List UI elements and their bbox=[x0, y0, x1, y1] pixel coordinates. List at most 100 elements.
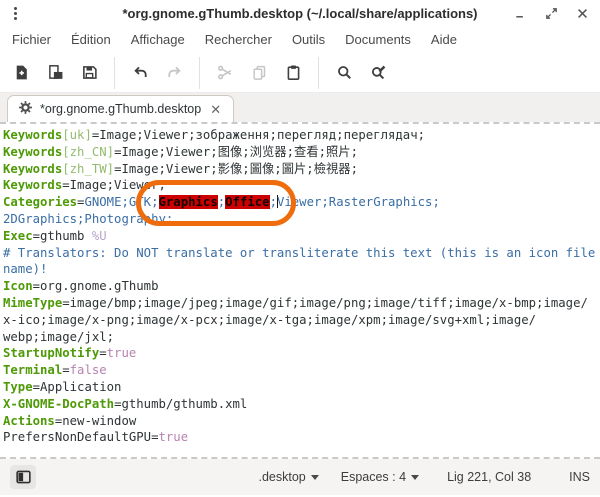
code-segment: =Image;Viewer;зображення;перегляд;перегл… bbox=[92, 128, 425, 142]
tab-width-label: Espaces : 4 bbox=[341, 470, 406, 484]
code-segment: =Image;Viewer;影像;圖像;圖片;檢視器; bbox=[114, 162, 358, 176]
editor-line: Categories=GNOME;GTK;Graphics;Office;Vie… bbox=[3, 194, 600, 211]
close-icon[interactable]: ✕ bbox=[208, 102, 223, 117]
code-segment: = bbox=[99, 346, 106, 360]
chevron-down-icon bbox=[411, 475, 419, 480]
app-menu-kebab-icon[interactable] bbox=[10, 5, 21, 22]
code-segment: Terminal bbox=[3, 363, 62, 377]
toolbar-separator bbox=[199, 57, 200, 89]
search-replace-icon[interactable] bbox=[363, 59, 393, 87]
menu-affichage[interactable]: Affichage bbox=[121, 28, 195, 51]
menubar: Fichier Édition Affichage Rechercher Out… bbox=[0, 26, 600, 53]
close-icon[interactable] bbox=[575, 6, 590, 21]
editor-line: StartupNotify=true bbox=[3, 345, 600, 362]
toolbar bbox=[0, 53, 600, 92]
editor-line: MimeType=image/bmp;image/jpeg;image/gif;… bbox=[3, 295, 600, 312]
code-segment: # Translators: Do NOT translate or trans… bbox=[3, 246, 595, 260]
editor-line: X-GNOME-DocPath=gthumb/gthumb.xml bbox=[3, 396, 600, 413]
restore-icon[interactable] bbox=[544, 6, 559, 21]
code-segment: PrefersNonDefaultGPU= bbox=[3, 430, 158, 444]
save-icon[interactable] bbox=[74, 59, 104, 87]
open-document-icon[interactable] bbox=[40, 59, 70, 87]
code-segment: false bbox=[70, 363, 107, 377]
cut-icon[interactable] bbox=[210, 59, 240, 87]
code-segment: MimeType bbox=[3, 296, 62, 310]
code-segment: =gthumb/gthumb.xml bbox=[114, 397, 247, 411]
editor-line: 2DGraphics;Photography; bbox=[3, 211, 600, 228]
tabbar: *org.gnome.gThumb.desktop ✕ bbox=[0, 92, 600, 122]
code-view: Keywords[uk]=Image;Viewer;зображення;пер… bbox=[0, 124, 600, 446]
window-controls bbox=[513, 6, 590, 21]
tab-label: *org.gnome.gThumb.desktop bbox=[40, 102, 201, 116]
code-segment: Keywords bbox=[3, 178, 62, 192]
window-title: *org.gnome.gThumb.desktop (~/.local/shar… bbox=[0, 6, 600, 21]
code-segment: webp;image/jxl; bbox=[3, 330, 114, 344]
editor-line: Exec=gthumb %U bbox=[3, 228, 600, 245]
code-segment: true bbox=[107, 346, 137, 360]
code-segment: [zh_CN] bbox=[62, 145, 114, 159]
code-segment: = bbox=[62, 363, 69, 377]
new-document-icon[interactable] bbox=[6, 59, 36, 87]
code-segment: Icon bbox=[3, 279, 33, 293]
code-segment: =Image;Viewer; bbox=[62, 178, 166, 192]
code-segment: =new-window bbox=[55, 414, 136, 428]
code-segment: Keywords bbox=[3, 145, 62, 159]
code-segment: GNOME;GTK; bbox=[84, 195, 158, 209]
copy-icon[interactable] bbox=[244, 59, 274, 87]
code-segment: Exec bbox=[3, 229, 33, 243]
code-segment: StartupNotify bbox=[3, 346, 99, 360]
menu-edition[interactable]: Édition bbox=[61, 28, 121, 51]
minimize-icon[interactable] bbox=[513, 6, 528, 21]
editor-line: Actions=new-window bbox=[3, 413, 600, 430]
code-segment: name)! bbox=[3, 262, 47, 276]
undo-icon[interactable] bbox=[125, 59, 155, 87]
editor-line: webp;image/jxl; bbox=[3, 329, 600, 346]
editor-line: Icon=org.gnome.gThumb bbox=[3, 278, 600, 295]
code-segment: =gthumb bbox=[33, 229, 92, 243]
toolbar-separator bbox=[318, 57, 319, 89]
menu-aide[interactable]: Aide bbox=[421, 28, 467, 51]
code-segment: ; bbox=[270, 195, 277, 209]
menu-documents[interactable]: Documents bbox=[335, 28, 421, 51]
tab-org-gnome-gthumb-desktop[interactable]: *org.gnome.gThumb.desktop ✕ bbox=[7, 95, 234, 122]
code-segment: =image/bmp;image/jpeg;image/gif;image/pn… bbox=[62, 296, 588, 310]
toolbar-separator bbox=[114, 57, 115, 89]
tab-width-selector[interactable]: Espaces : 4 bbox=[341, 470, 419, 484]
editor-line: # Translators: Do NOT translate or trans… bbox=[3, 245, 600, 262]
menu-outils[interactable]: Outils bbox=[282, 28, 335, 51]
side-panel-toggle-icon[interactable] bbox=[10, 465, 36, 489]
code-segment: Keywords bbox=[3, 162, 62, 176]
search-match: Office bbox=[225, 195, 269, 209]
editor-line: Keywords[zh_CN]=Image;Viewer;图像;浏览器;查看;照… bbox=[3, 144, 600, 161]
code-segment: =org.gnome.gThumb bbox=[33, 279, 159, 293]
code-segment: [zh_TW] bbox=[62, 162, 114, 176]
code-segment: Viewer;RasterGraphics; bbox=[277, 195, 440, 209]
titlebar: *org.gnome.gThumb.desktop (~/.local/shar… bbox=[0, 0, 600, 26]
code-segment: Actions bbox=[3, 414, 55, 428]
search-match: Graphics bbox=[159, 195, 218, 209]
language-selector[interactable]: .desktop bbox=[258, 470, 318, 484]
editor-line: PrefersNonDefaultGPU=true bbox=[3, 429, 600, 446]
editor-line: Keywords[uk]=Image;Viewer;зображення;пер… bbox=[3, 127, 600, 144]
text-editor-area[interactable]: Keywords[uk]=Image;Viewer;зображення;пер… bbox=[0, 122, 600, 459]
editor-line: Keywords=Image;Viewer; bbox=[3, 177, 600, 194]
chevron-down-icon bbox=[311, 475, 319, 480]
code-segment: =Image;Viewer;图像;浏览器;查看;照片; bbox=[114, 145, 358, 159]
statusbar: .desktop Espaces : 4 Lig 221, Col 38 INS bbox=[0, 459, 600, 495]
menu-rechercher[interactable]: Rechercher bbox=[195, 28, 282, 51]
insert-mode-indicator[interactable]: INS bbox=[569, 470, 590, 484]
code-segment: 2DGraphics;Photography; bbox=[3, 212, 173, 226]
code-segment: =Application bbox=[33, 380, 122, 394]
code-segment: %U bbox=[92, 229, 107, 243]
search-icon[interactable] bbox=[329, 59, 359, 87]
menu-fichier[interactable]: Fichier bbox=[2, 28, 61, 51]
redo-icon[interactable] bbox=[159, 59, 189, 87]
gedit-window: *org.gnome.gThumb.desktop (~/.local/shar… bbox=[0, 0, 600, 497]
gear-icon bbox=[18, 100, 33, 118]
editor-line: Keywords[zh_TW]=Image;Viewer;影像;圖像;圖片;檢視… bbox=[3, 161, 600, 178]
cursor-position[interactable]: Lig 221, Col 38 bbox=[447, 470, 531, 484]
editor-line: Type=Application bbox=[3, 379, 600, 396]
paste-icon[interactable] bbox=[278, 59, 308, 87]
code-segment: Categories bbox=[3, 195, 77, 209]
editor-line: Terminal=false bbox=[3, 362, 600, 379]
